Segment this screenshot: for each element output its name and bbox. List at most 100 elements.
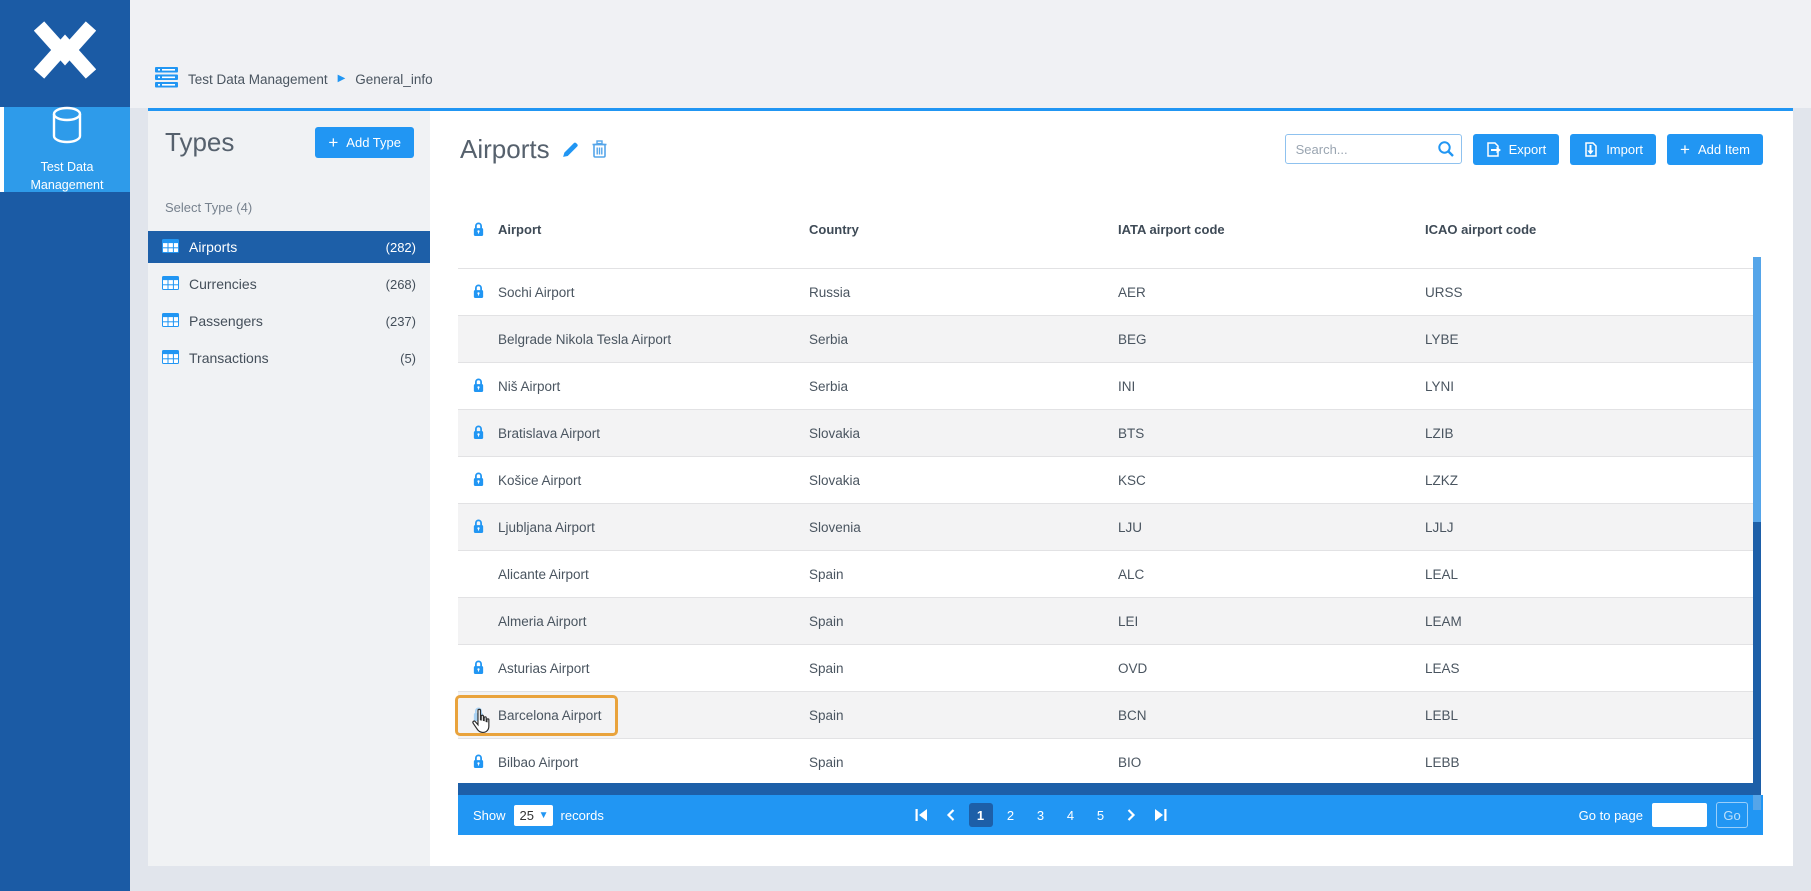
cell-iata: BTS — [1118, 426, 1425, 441]
page-number-button[interactable]: 4 — [1059, 803, 1083, 827]
cell-country: Slovakia — [809, 426, 1118, 441]
search-box — [1285, 134, 1462, 164]
type-list: Airports (282) Currencies (268) — [148, 231, 430, 374]
cell-icao: LYBE — [1425, 332, 1761, 347]
lock-icon[interactable] — [472, 706, 485, 725]
lock-icon[interactable] — [472, 377, 485, 396]
cell-icao: LEAS — [1425, 661, 1761, 676]
import-icon — [1583, 142, 1598, 157]
cell-airport: Sochi Airport — [498, 285, 809, 300]
cell-country: Slovenia — [809, 520, 1118, 535]
type-list-item[interactable]: Airports (282) — [148, 231, 430, 263]
type-list-item[interactable]: Passengers (237) — [148, 305, 430, 337]
table-row[interactable]: Bratislava Airport Slovakia BTS LZIB — [458, 410, 1761, 457]
cell-airport: Niš Airport — [498, 379, 809, 394]
column-header-icao: ICAO airport code — [1425, 222, 1761, 237]
cell-icao: LZIB — [1425, 426, 1761, 441]
cell-airport: Ljubljana Airport — [498, 520, 809, 535]
sidebar: Test Data Management — [0, 0, 130, 891]
cell-iata: ALC — [1118, 567, 1425, 582]
table-icon — [162, 350, 179, 367]
cell-airport: Almeria Airport — [498, 614, 809, 629]
page-size-select[interactable]: 25 ▼ — [514, 805, 553, 826]
table-row[interactable]: Barcelona Airport Spain BCN LEBL — [458, 692, 1761, 739]
content-card: Types + Add Type Select Type (4) — [148, 108, 1793, 866]
lock-icon[interactable] — [472, 283, 485, 302]
add-type-button[interactable]: + Add Type — [315, 127, 414, 158]
cell-country: Spain — [809, 661, 1118, 676]
vertical-scrollbar[interactable] — [1753, 257, 1761, 784]
table-icon — [162, 313, 179, 330]
edit-type-button[interactable] — [562, 140, 580, 158]
type-list-item[interactable]: Transactions (5) — [148, 342, 430, 374]
lock-icon[interactable] — [472, 424, 485, 443]
type-list-item[interactable]: Currencies (268) — [148, 268, 430, 300]
page-number-button[interactable]: 1 — [969, 803, 993, 827]
column-header-airport: Airport — [498, 222, 809, 237]
cell-iata: AER — [1118, 285, 1425, 300]
page-number-button[interactable]: 2 — [999, 803, 1023, 827]
table-row[interactable]: Bilbao Airport Spain BIO LEBB — [458, 739, 1761, 786]
cell-icao: LYNI — [1425, 379, 1761, 394]
search-input[interactable] — [1285, 134, 1462, 164]
go-button[interactable]: Go — [1716, 802, 1748, 828]
export-button[interactable]: Export — [1473, 134, 1560, 165]
cell-icao: LJLJ — [1425, 520, 1761, 535]
lock-icon[interactable] — [472, 659, 485, 678]
cell-country: Spain — [809, 567, 1118, 582]
add-item-button[interactable]: + Add Item — [1667, 134, 1763, 165]
type-count: (5) — [400, 351, 416, 366]
page-number-button[interactable]: 3 — [1029, 803, 1053, 827]
horizontal-scroll-strip[interactable] — [458, 783, 1761, 795]
cell-country: Serbia — [809, 332, 1118, 347]
pagination-bar: Show 25 ▼ records — [458, 795, 1763, 835]
trash-icon — [592, 140, 607, 158]
table-row[interactable]: Košice Airport Slovakia KSC LZKZ — [458, 457, 1761, 504]
table-row[interactable]: Sochi Airport Russia AER URSS — [458, 269, 1761, 316]
sidebar-item-test-data-management[interactable]: Test Data Management — [0, 107, 130, 192]
cell-icao: URSS — [1425, 285, 1761, 300]
last-page-icon — [1155, 809, 1167, 821]
sidebar-item-label: Test Data Management — [4, 158, 130, 194]
lock-icon[interactable] — [472, 471, 485, 490]
table-icon — [162, 276, 179, 293]
page-size-value: 25 — [520, 808, 534, 823]
table-row[interactable]: Belgrade Nikola Tesla Airport Serbia BEG… — [458, 316, 1761, 363]
table-row[interactable]: Alicante Airport Spain ALC LEAL — [458, 551, 1761, 598]
last-page-button[interactable] — [1149, 803, 1173, 827]
export-icon — [1486, 142, 1501, 157]
previous-page-button[interactable] — [939, 803, 963, 827]
next-page-button[interactable] — [1119, 803, 1143, 827]
cell-iata: KSC — [1118, 473, 1425, 488]
search-icon[interactable] — [1437, 140, 1455, 163]
items-table: Airport Country IATA airport code ICAO a… — [458, 208, 1761, 786]
cell-icao: LEAM — [1425, 614, 1761, 629]
breadcrumb-current[interactable]: General_info — [355, 72, 432, 87]
pager: 1 2 3 4 5 — [909, 803, 1173, 827]
pencil-icon — [562, 140, 580, 158]
table-row[interactable]: Asturias Airport Spain OVD LEAS — [458, 645, 1761, 692]
scrollbar-thumb[interactable] — [1753, 522, 1761, 784]
cell-airport: Asturias Airport — [498, 661, 809, 676]
dropdown-arrow-icon: ▼ — [539, 810, 549, 821]
main-area: Airports — [430, 111, 1793, 866]
page-number-button[interactable]: 5 — [1089, 803, 1113, 827]
first-page-button[interactable] — [909, 803, 933, 827]
column-header-country: Country — [809, 222, 1118, 237]
breadcrumb: Test Data Management ▶ General_info — [155, 64, 433, 94]
cell-country: Serbia — [809, 379, 1118, 394]
lock-icon[interactable] — [472, 753, 485, 772]
lock-icon[interactable] — [472, 518, 485, 537]
cell-icao: LZKZ — [1425, 473, 1761, 488]
table-row[interactable]: Almeria Airport Spain LEI LEAM — [458, 598, 1761, 645]
import-button[interactable]: Import — [1570, 134, 1656, 165]
table-row[interactable]: Niš Airport Serbia INI LYNI — [458, 363, 1761, 410]
breadcrumb-root[interactable]: Test Data Management — [188, 72, 328, 87]
delete-type-button[interactable] — [592, 140, 607, 158]
types-panel-title: Types — [165, 127, 234, 158]
type-label: Airports — [189, 239, 237, 255]
table-row[interactable]: Ljubljana Airport Slovenia LJU LJLJ — [458, 504, 1761, 551]
cell-iata: BIO — [1118, 755, 1425, 770]
goto-page-input[interactable] — [1652, 803, 1707, 827]
type-count: (237) — [386, 314, 416, 329]
